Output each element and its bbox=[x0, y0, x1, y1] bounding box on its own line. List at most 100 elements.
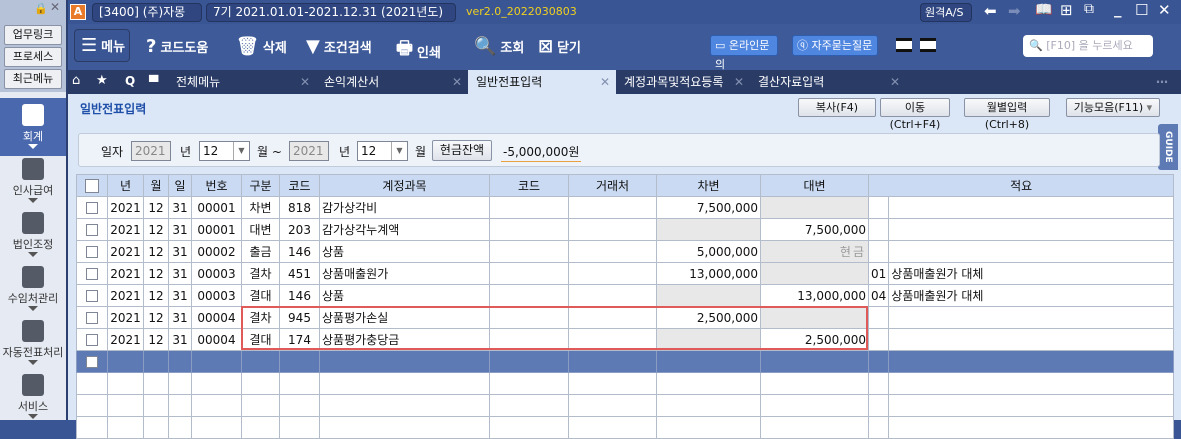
cell[interactable]: 출금 bbox=[241, 240, 280, 263]
empty-cell[interactable] bbox=[867, 350, 890, 373]
cell[interactable]: 5,000,000 bbox=[656, 240, 761, 263]
cell[interactable]: 상품매출원가 bbox=[319, 262, 490, 285]
faq-button[interactable]: ⓠ 자주묻는질문 bbox=[792, 35, 878, 56]
cell[interactable]: 00003 bbox=[191, 262, 242, 285]
empty-cell[interactable] bbox=[888, 372, 1175, 395]
month-to-select[interactable]: 12 ▼ bbox=[357, 141, 408, 161]
close-button[interactable]: ⊠ 닫기 bbox=[538, 36, 581, 57]
search-button[interactable]: 🔍 조회 bbox=[474, 36, 524, 57]
copy-button[interactable]: 복사(F4) bbox=[798, 98, 876, 117]
empty-cell[interactable] bbox=[168, 372, 192, 395]
cell[interactable]: 상품 bbox=[319, 284, 490, 307]
cell[interactable] bbox=[867, 218, 890, 241]
cell[interactable]: 00004 bbox=[191, 328, 242, 351]
quick-process[interactable]: 프로세스 bbox=[4, 47, 62, 67]
q-search-icon[interactable]: Q bbox=[125, 74, 135, 88]
cell[interactable] bbox=[489, 262, 569, 285]
year-to-input[interactable]: 2021 bbox=[289, 141, 329, 161]
cell[interactable] bbox=[760, 196, 869, 219]
cell[interactable]: 31 bbox=[168, 196, 192, 219]
cell[interactable]: 31 bbox=[168, 262, 192, 285]
cell[interactable]: 현금 bbox=[760, 240, 869, 263]
cell[interactable]: 대변 bbox=[241, 218, 280, 241]
module-3[interactable]: 수임처관리 bbox=[0, 260, 66, 318]
table-row[interactable]: 2021 12 31 00003 결차 451 상품매출원가 13,000,000 01 상품매출… bbox=[76, 262, 1175, 285]
cell[interactable]: 감가상각누계액 bbox=[319, 218, 490, 241]
empty-cell[interactable] bbox=[143, 372, 169, 395]
layout2-icon[interactable] bbox=[920, 38, 936, 52]
empty-cell[interactable] bbox=[143, 350, 169, 373]
forward-arrow-icon[interactable]: ➡ bbox=[1008, 2, 1021, 20]
column-header[interactable]: 년 bbox=[107, 174, 144, 197]
row-checkbox[interactable] bbox=[76, 284, 108, 307]
column-header[interactable]: 적요 bbox=[867, 174, 1175, 197]
cell[interactable]: 203 bbox=[279, 218, 320, 241]
row-checkbox[interactable] bbox=[76, 218, 108, 241]
cell[interactable]: 12 bbox=[143, 328, 169, 351]
cell[interactable] bbox=[489, 284, 569, 307]
cell[interactable] bbox=[568, 196, 657, 219]
module-2[interactable]: 법인조정 bbox=[0, 206, 66, 264]
home-icon[interactable]: ⌂ bbox=[72, 73, 80, 88]
cell[interactable] bbox=[760, 306, 869, 329]
empty-cell[interactable] bbox=[107, 350, 144, 373]
chevron-down-icon[interactable]: ▼ bbox=[233, 142, 249, 160]
cell[interactable]: 상품평가충당금 bbox=[319, 328, 490, 351]
tab-close-icon[interactable]: ✕ bbox=[734, 70, 744, 94]
back-arrow-icon[interactable]: ⬅ bbox=[984, 2, 997, 20]
cell[interactable]: 2,500,000 bbox=[656, 306, 761, 329]
cell[interactable] bbox=[888, 240, 1175, 263]
cell[interactable]: 00004 bbox=[191, 306, 242, 329]
cell[interactable]: 2,500,000 bbox=[760, 328, 869, 351]
cell[interactable]: 2021 bbox=[107, 240, 144, 263]
empty-cell[interactable] bbox=[489, 394, 569, 417]
module-5[interactable]: 서비스 bbox=[0, 368, 66, 426]
table-row[interactable]: 2021 12 31 00004 결차 945 상품평가손실 2,500,000 bbox=[76, 306, 1175, 329]
cell[interactable] bbox=[656, 284, 761, 307]
column-header[interactable]: 계정과목 bbox=[319, 174, 490, 197]
table-row[interactable]: 2021 12 31 00002 출금 146 상품 5,000,000 현금 bbox=[76, 240, 1175, 263]
empty-cell[interactable] bbox=[76, 394, 108, 417]
tab-income-statement[interactable]: 손익계산서 ✕ bbox=[316, 70, 468, 94]
calendar-icon[interactable]: ▀ bbox=[149, 75, 158, 89]
table-row[interactable]: 2021 12 31 00004 결대 174 상품평가충당금 2,500,000 bbox=[76, 328, 1175, 351]
empty-cell[interactable] bbox=[191, 350, 242, 373]
cell[interactable]: 결차 bbox=[241, 262, 280, 285]
cell[interactable]: 7,500,000 bbox=[760, 218, 869, 241]
cell[interactable]: 상품 bbox=[319, 240, 490, 263]
cell[interactable]: 146 bbox=[279, 284, 320, 307]
empty-cell[interactable] bbox=[191, 372, 242, 395]
cell[interactable]: 451 bbox=[279, 262, 320, 285]
tab-close-icon[interactable]: ✕ bbox=[890, 70, 900, 94]
cell[interactable]: 818 bbox=[279, 196, 320, 219]
cell[interactable] bbox=[489, 306, 569, 329]
column-header[interactable]: 대변 bbox=[760, 174, 869, 197]
cell[interactable] bbox=[568, 306, 657, 329]
column-header[interactable]: 코드 bbox=[489, 174, 569, 197]
table-row[interactable]: 2021 12 31 00001 대변 203 감가상각누계액 7,500,000 bbox=[76, 218, 1175, 241]
cell[interactable]: 결대 bbox=[241, 284, 280, 307]
module-4[interactable]: 자동전표처리 bbox=[0, 314, 66, 372]
cell[interactable]: 00002 bbox=[191, 240, 242, 263]
empty-cell[interactable] bbox=[319, 350, 490, 373]
empty-cell[interactable] bbox=[489, 372, 569, 395]
cell[interactable]: 12 bbox=[143, 284, 169, 307]
cell[interactable]: 12 bbox=[143, 240, 169, 263]
empty-cell[interactable] bbox=[319, 394, 490, 417]
minimize-icon[interactable]: _ bbox=[1114, 0, 1122, 18]
table-row[interactable]: 2021 12 31 00003 결대 146 상품 13,000,000 04 상품매출원가 대… bbox=[76, 284, 1175, 307]
menu-search-input[interactable]: 🔍 [F10] 을 누르세요 bbox=[1023, 35, 1153, 57]
tab-close-icon[interactable]: ✕ bbox=[300, 70, 310, 94]
select-all-checkbox[interactable] bbox=[76, 174, 108, 197]
empty-cell[interactable] bbox=[241, 372, 280, 395]
cell[interactable]: 146 bbox=[279, 240, 320, 263]
cell[interactable] bbox=[489, 240, 569, 263]
functions-dropdown[interactable]: 기능모음(F11) ▾ bbox=[1066, 98, 1160, 117]
cell[interactable] bbox=[867, 196, 890, 219]
condition-search-button[interactable]: ▼ 조건검색 bbox=[306, 36, 372, 57]
cash-balance-button[interactable]: 현금잔액 bbox=[432, 140, 492, 161]
column-header[interactable]: 번호 bbox=[191, 174, 242, 197]
layout1-icon[interactable] bbox=[896, 38, 912, 52]
empty-cell[interactable] bbox=[489, 350, 569, 373]
empty-cell[interactable] bbox=[191, 394, 242, 417]
